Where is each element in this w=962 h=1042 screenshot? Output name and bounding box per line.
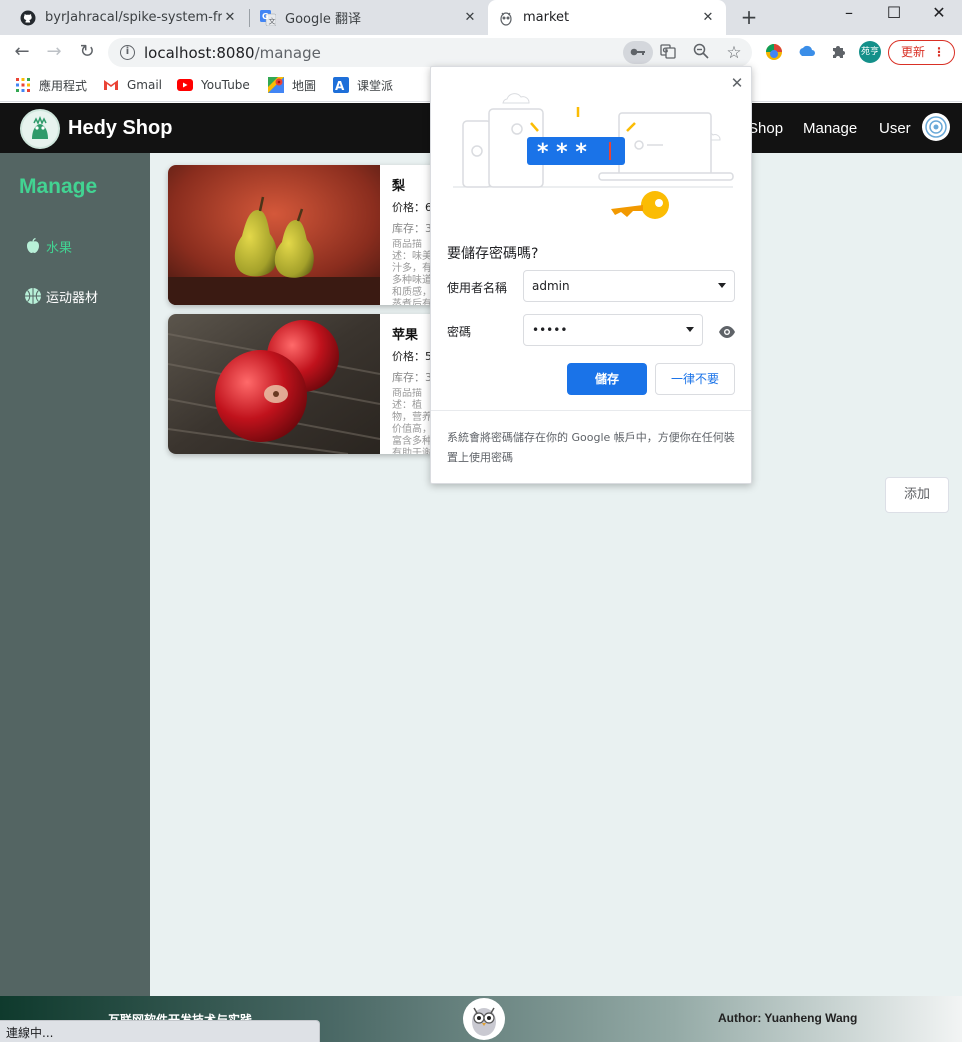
address-bar[interactable]: i localhost:8080/manage G ☆ [108, 38, 752, 67]
dialog-footnote: 系統會將密碼儲存在你的 Google 帳戶中，方便你在任何裝置上使用密碼 [447, 431, 735, 464]
browser-toolbar: ← → ↻ i localhost:8080/manage G ☆ 苑亨 更新 ⋮ [0, 35, 962, 70]
zoom-icon[interactable] [691, 43, 711, 63]
dialog-question: 要儲存密碼嗎? [447, 246, 539, 262]
apps-grid-icon [15, 77, 31, 93]
password-value: ••••• [532, 323, 568, 337]
profile-avatar[interactable]: 苑亨 [859, 41, 881, 63]
bookmark-label: 地圖 [292, 78, 317, 93]
nav-shop[interactable]: Shop [748, 120, 783, 137]
bookmark-label: 應用程式 [39, 78, 88, 93]
chevron-down-icon [686, 327, 694, 332]
username-value: admin [532, 279, 570, 293]
save-password-dialog: ✕ * * * 要儲存密碼嗎? 使用者名稱 admin 密碼 ••••• 儲存 … [430, 66, 752, 484]
nav-user[interactable]: User [879, 120, 911, 137]
user-avatar[interactable] [922, 113, 950, 141]
svg-text:文: 文 [269, 16, 276, 25]
password-illustration: * * * [453, 93, 734, 219]
bookmark-apps[interactable]: 應用程式 [15, 76, 87, 94]
product-card[interactable]: 苹果 价格：5 库存：3 商品描述：植物，营养价值高，富含多种有助于谢热量 [168, 314, 438, 454]
tab-title: byrJahracal/spike-system-front [45, 10, 222, 25]
product-card[interactable]: 梨 价格：6 库存：3 商品描述：味美汁多，有多种味道和质感，蒸煮后有秘… [168, 165, 438, 305]
ketangpai-icon: A [333, 77, 349, 93]
extensions-puzzle-icon[interactable] [829, 42, 849, 62]
sidebar-item-label: 水果 [46, 240, 73, 256]
manage-sidebar: Manage 水果 运动器材 [0, 153, 150, 996]
back-button[interactable]: ← [10, 40, 34, 64]
translate-icon[interactable]: G [658, 43, 678, 63]
gmail-icon [103, 77, 119, 93]
sidebar-item-fruit[interactable]: 水果 [23, 236, 72, 256]
brand-logo-icon[interactable] [20, 109, 60, 149]
minimize-button[interactable]: – [826, 0, 872, 30]
more-menu-icon: ⋮ [933, 45, 945, 59]
bookmark-gmail[interactable]: Gmail [103, 76, 162, 94]
update-button[interactable]: 更新 ⋮ [888, 40, 955, 65]
tab-close-icon[interactable]: ✕ [700, 10, 716, 25]
youtube-icon [177, 77, 193, 93]
save-password-button[interactable]: 儲存 [567, 363, 647, 395]
bookmark-maps[interactable]: 地圖 [268, 76, 316, 94]
browser-tab-google-translate[interactable]: G文 Google 翻译 ✕ [250, 0, 488, 35]
update-label: 更新 [901, 45, 926, 59]
password-field[interactable]: ••••• [523, 314, 703, 346]
svg-text:A: A [335, 79, 345, 93]
browser-tab-github[interactable]: byrJahracal/spike-system-front ✕ [10, 0, 248, 35]
never-save-button[interactable]: 一律不要 [655, 363, 735, 395]
dialog-divider [431, 410, 751, 411]
owl-logo-icon [463, 998, 505, 1040]
tab-close-icon[interactable]: ✕ [462, 10, 478, 25]
svg-text:G: G [663, 47, 669, 55]
chevron-down-icon [718, 283, 726, 288]
github-icon [20, 10, 36, 25]
url-path: /manage [254, 44, 321, 62]
forward-button[interactable]: → [42, 40, 66, 64]
username-label: 使用者名稱 [447, 281, 508, 295]
password-key-icon[interactable] [623, 41, 653, 64]
nav-manage[interactable]: Manage [803, 120, 857, 137]
bookmark-label: 课堂派 [357, 78, 394, 93]
reload-button[interactable]: ↻ [75, 40, 99, 64]
bookmark-star-icon[interactable]: ☆ [724, 43, 744, 63]
extension-cloud-icon[interactable] [797, 42, 817, 62]
maximize-button[interactable]: ☐ [871, 0, 917, 30]
browser-tab-strip: byrJahracal/spike-system-front ✕ G文 Goog… [0, 0, 962, 35]
brand-name[interactable]: Hedy Shop [68, 117, 172, 140]
url-host: localhost:8080 [144, 44, 255, 62]
browser-tab-market[interactable]: market ✕ [488, 0, 726, 35]
bookmark-label: YouTube [201, 78, 250, 92]
bookmark-youtube[interactable]: YouTube [177, 76, 250, 94]
url-text[interactable]: localhost:8080/manage [144, 44, 321, 62]
show-password-eye-icon[interactable] [718, 323, 736, 341]
password-label: 密碼 [447, 325, 472, 339]
site-info-icon[interactable]: i [120, 45, 135, 60]
sidebar-item-sports[interactable]: 运动器材 [23, 286, 98, 306]
window-close-button[interactable]: ✕ [916, 0, 962, 30]
extension-colorful-icon[interactable] [764, 42, 784, 62]
google-maps-icon [268, 77, 284, 93]
apple-image [168, 314, 380, 454]
basketball-icon [25, 288, 41, 304]
svg-text:* * *: * * * [537, 140, 587, 165]
apple-icon [27, 237, 39, 253]
bookmark-ketangpai[interactable]: A 课堂派 [333, 76, 393, 94]
add-button[interactable]: 添加 [885, 477, 949, 513]
username-field[interactable]: admin [523, 270, 735, 302]
owl-icon [500, 11, 512, 26]
pear-image [168, 165, 380, 305]
google-translate-icon: G文 [260, 9, 276, 26]
new-tab-button[interactable]: + [738, 6, 760, 28]
browser-status-bar: 連線中... [0, 1020, 320, 1042]
bookmark-label: Gmail [127, 78, 163, 92]
tab-title: market [523, 10, 570, 25]
footer-author: Author: Yuanheng Wang [718, 1011, 858, 1025]
sidebar-title: Manage [19, 175, 98, 198]
tab-title: Google 翻译 [285, 12, 361, 27]
tab-close-icon[interactable]: ✕ [222, 10, 238, 25]
sidebar-item-label: 运动器材 [46, 290, 99, 306]
